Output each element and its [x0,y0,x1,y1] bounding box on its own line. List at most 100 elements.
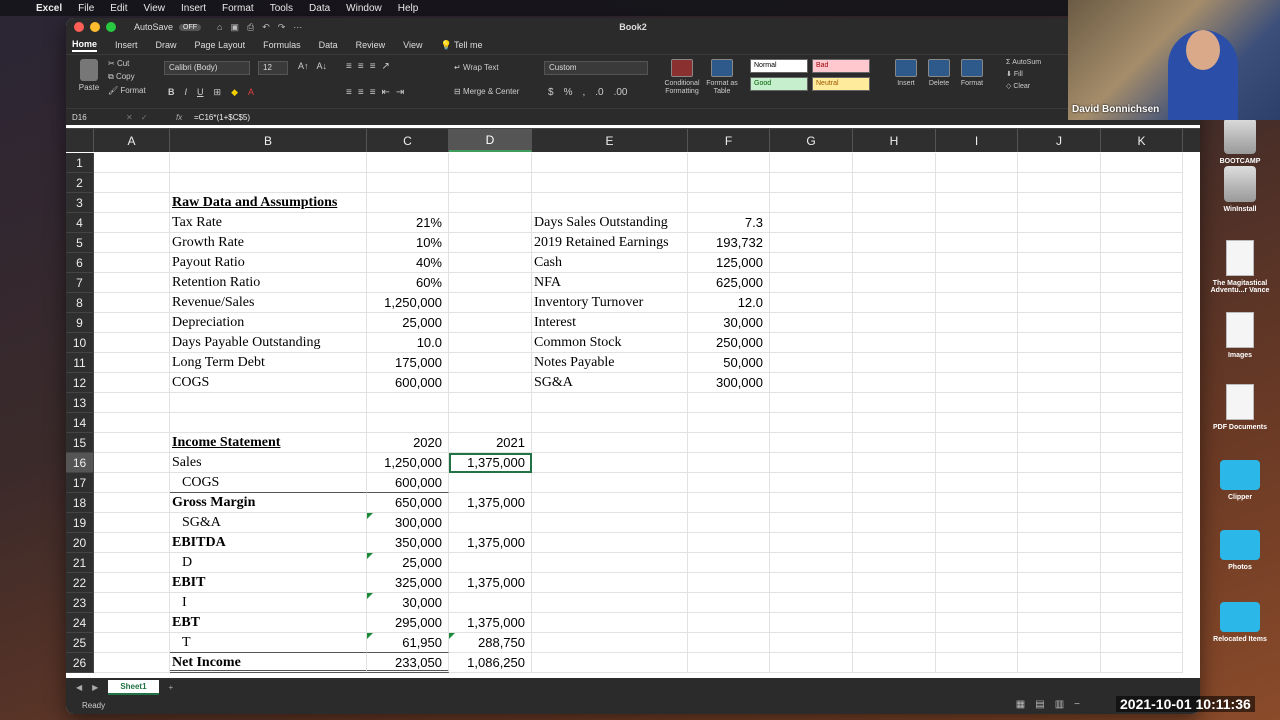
cell-c16[interactable]: 1,250,000 [367,453,449,473]
tab-page-layout[interactable]: Page Layout [195,40,246,50]
cell-i7[interactable] [936,273,1018,293]
align-bottom-icon[interactable]: ≡ [370,61,376,72]
cell-h11[interactable] [853,353,936,373]
cell-c13[interactable] [367,393,449,413]
cell-h12[interactable] [853,373,936,393]
row-header[interactable]: 4 [66,213,94,233]
cell-j15[interactable] [1018,433,1101,453]
name-box[interactable]: D16 [66,113,126,122]
cell-c17[interactable]: 600,000 [367,473,449,493]
cell-c26[interactable]: 233,050 [367,653,449,673]
row-header[interactable]: 24 [66,613,94,633]
page-layout-view-icon[interactable]: ▤ [1035,699,1044,710]
cell-j24[interactable] [1018,613,1101,633]
cell-d11[interactable] [449,353,532,373]
cell-j5[interactable] [1018,233,1101,253]
cell-d21[interactable] [449,553,532,573]
page-break-view-icon[interactable]: ▥ [1055,699,1064,710]
cell-a23[interactable] [94,593,170,613]
desktop-icon[interactable]: WinInstall [1204,166,1276,213]
cell-a12[interactable] [94,373,170,393]
cell-e24[interactable] [532,613,688,633]
cell-a26[interactable] [94,653,170,673]
style-neutral[interactable]: Neutral [812,77,870,91]
cell-k22[interactable] [1101,573,1183,593]
cell-j25[interactable] [1018,633,1101,653]
cell-d5[interactable] [449,233,532,253]
cell-d3[interactable] [449,193,532,213]
cell-k9[interactable] [1101,313,1183,333]
cell-d9[interactable] [449,313,532,333]
cell-g1[interactable] [770,153,853,173]
cell-f16[interactable] [688,453,770,473]
cell-b19[interactable]: SG&A [170,513,367,533]
cell-c12[interactable]: 600,000 [367,373,449,393]
cell-j12[interactable] [1018,373,1101,393]
cell-c19[interactable]: 300,000 [367,513,449,533]
cell-h17[interactable] [853,473,936,493]
format-as-table-button[interactable]: Format as Table [702,59,742,96]
cell-e12[interactable]: SG&A [532,373,688,393]
cell-b7[interactable]: Retention Ratio [170,273,367,293]
enter-formula-icon[interactable]: ✓ [141,113,148,122]
cell-d6[interactable] [449,253,532,273]
cell-g22[interactable] [770,573,853,593]
cell-e18[interactable] [532,493,688,513]
cell-g20[interactable] [770,533,853,553]
cell-f19[interactable] [688,513,770,533]
cell-e7[interactable]: NFA [532,273,688,293]
cell-i25[interactable] [936,633,1018,653]
cell-a25[interactable] [94,633,170,653]
style-bad[interactable]: Bad [812,59,870,73]
cell-f9[interactable]: 30,000 [688,313,770,333]
cell-i12[interactable] [936,373,1018,393]
cell-f24[interactable] [688,613,770,633]
cell-i17[interactable] [936,473,1018,493]
align-right-icon[interactable]: ≡ [370,87,376,98]
cell-a14[interactable] [94,413,170,433]
menu-tools[interactable]: Tools [270,3,293,14]
cell-j9[interactable] [1018,313,1101,333]
cell-c6[interactable]: 40% [367,253,449,273]
cell-d18[interactable]: 1,375,000 [449,493,532,513]
cell-k7[interactable] [1101,273,1183,293]
cell-f23[interactable] [688,593,770,613]
cell-j10[interactable] [1018,333,1101,353]
cell-a20[interactable] [94,533,170,553]
cell-h23[interactable] [853,593,936,613]
cell-c7[interactable]: 60% [367,273,449,293]
cell-i23[interactable] [936,593,1018,613]
cell-i1[interactable] [936,153,1018,173]
comma-icon[interactable]: , [582,87,585,98]
cell-i16[interactable] [936,453,1018,473]
cell-f8[interactable]: 12.0 [688,293,770,313]
row-header[interactable]: 17 [66,473,94,493]
cell-e11[interactable]: Notes Payable [532,353,688,373]
cell-i26[interactable] [936,653,1018,673]
desktop-icon[interactable]: Relocated Items [1204,602,1276,643]
cell-d23[interactable] [449,593,532,613]
cell-a7[interactable] [94,273,170,293]
cell-e2[interactable] [532,173,688,193]
column-header-j[interactable]: J [1018,129,1101,152]
cell-c2[interactable] [367,173,449,193]
cell-b8[interactable]: Revenue/Sales [170,293,367,313]
cell-d8[interactable] [449,293,532,313]
cell-b2[interactable] [170,173,367,193]
row-header[interactable]: 22 [66,573,94,593]
cell-a2[interactable] [94,173,170,193]
cell-h3[interactable] [853,193,936,213]
cell-c10[interactable]: 10.0 [367,333,449,353]
wrap-text-button[interactable]: ↵ Wrap Text [454,63,499,72]
format-painter-button[interactable]: 🖌 Format [108,86,146,95]
cell-g11[interactable] [770,353,853,373]
column-header-g[interactable]: G [770,129,853,152]
format-cells-button[interactable]: Format [952,59,992,88]
cell-e13[interactable] [532,393,688,413]
column-header-h[interactable]: H [853,129,936,152]
cell-g26[interactable] [770,653,853,673]
cell-i6[interactable] [936,253,1018,273]
cell-h8[interactable] [853,293,936,313]
column-header-k[interactable]: K [1101,129,1183,152]
cell-e25[interactable] [532,633,688,653]
